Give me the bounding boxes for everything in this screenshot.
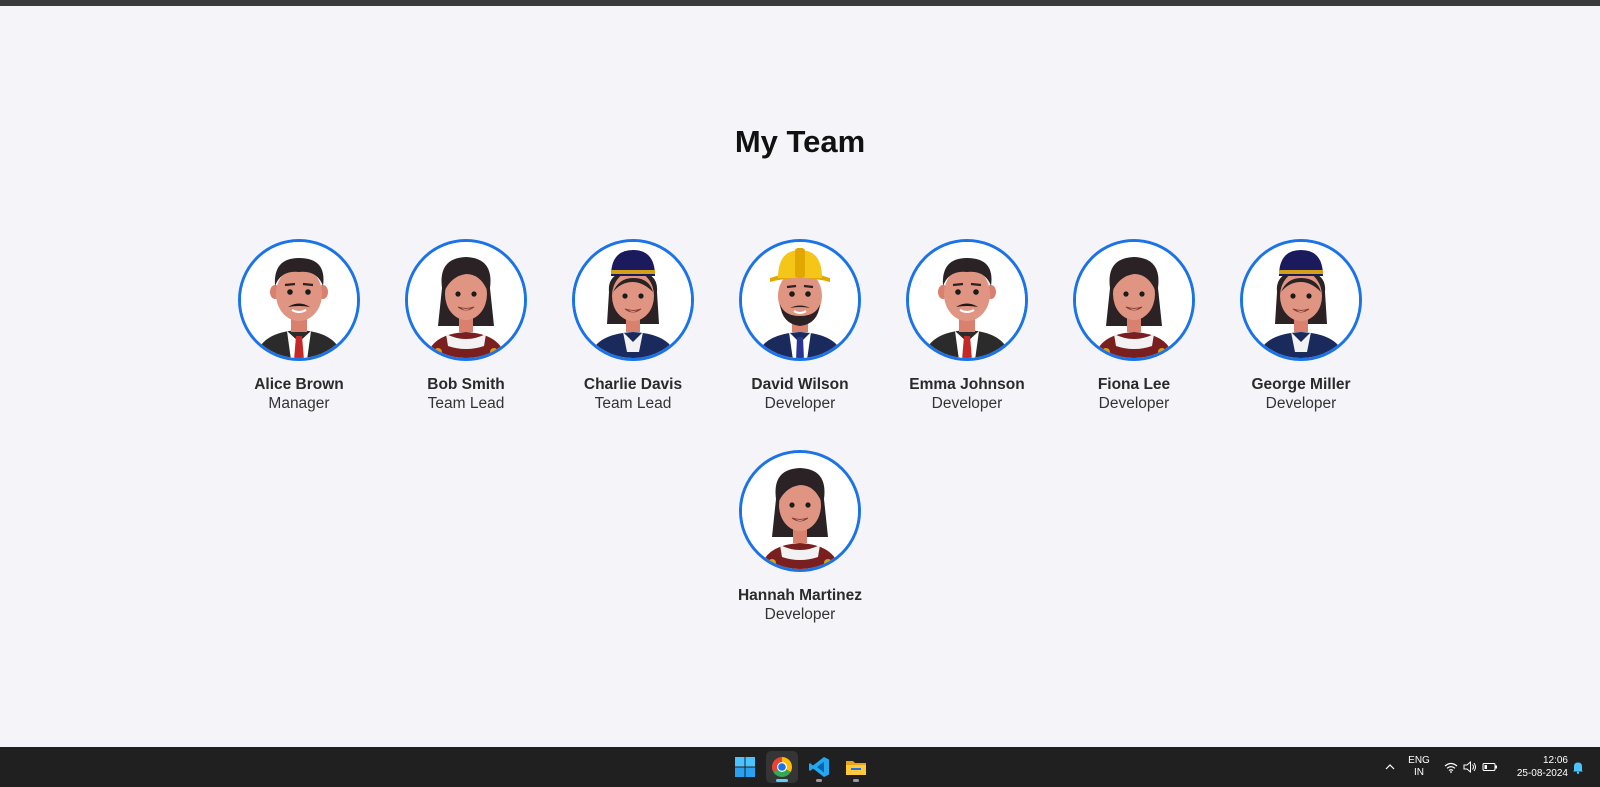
member-role: Developer — [1098, 395, 1170, 412]
clock-time: 12:06 — [1542, 755, 1568, 766]
vscode-icon[interactable] — [803, 751, 835, 783]
avatar — [1073, 239, 1195, 361]
team-member-card: George Miller Developer — [1216, 239, 1386, 413]
language-indicator[interactable]: ENG IN — [1404, 747, 1434, 787]
page-title: My Team — [734, 124, 866, 159]
avatar — [1240, 239, 1362, 361]
clock-date: 25-08-2024 — [1516, 768, 1568, 779]
running-indicator — [853, 779, 859, 782]
windows-start-icon[interactable] — [729, 751, 761, 783]
browser-top-strip — [0, 0, 1600, 6]
member-name: Charlie Davis — [583, 376, 683, 393]
bell-icon[interactable] — [1568, 747, 1588, 787]
member-role: Manager — [268, 395, 330, 412]
member-name: George Miller — [1251, 376, 1351, 393]
member-name: Fiona Lee — [1097, 376, 1171, 393]
chevron-up-icon[interactable] — [1380, 747, 1400, 787]
running-indicator — [816, 779, 822, 782]
member-role: Team Lead — [594, 395, 672, 412]
member-name: Bob Smith — [427, 376, 505, 393]
chrome-icon[interactable] — [766, 751, 798, 783]
avatar — [572, 239, 694, 361]
team-member-card: David Wilson Developer — [715, 239, 885, 413]
volume-icon[interactable] — [1461, 747, 1479, 787]
team-member-card: Alice Brown Manager — [214, 239, 384, 413]
member-name: Alice Brown — [254, 376, 344, 393]
battery-icon[interactable] — [1480, 747, 1500, 787]
language-code: ENG — [1408, 755, 1430, 766]
member-role: Developer — [1265, 395, 1337, 412]
member-role: Developer — [764, 395, 836, 412]
taskbar: ENG IN 12:06 25-08-2024 — [0, 747, 1600, 787]
member-name: Hannah Martinez — [737, 587, 862, 604]
file-explorer-icon[interactable] — [840, 751, 872, 783]
member-name: David Wilson — [751, 376, 849, 393]
avatar — [739, 239, 861, 361]
avatar — [906, 239, 1028, 361]
system-clock[interactable]: 12:06 25-08-2024 — [1517, 754, 1568, 780]
member-role: Developer — [764, 606, 836, 623]
member-role: Team Lead — [427, 395, 505, 412]
team-member-card: Hannah Martinez Developer — [715, 450, 885, 624]
avatar — [405, 239, 527, 361]
team-member-card: Bob Smith Team Lead — [381, 239, 551, 413]
team-member-card: Emma Johnson Developer — [882, 239, 1052, 413]
wifi-icon[interactable] — [1442, 747, 1460, 787]
member-role: Developer — [931, 395, 1003, 412]
avatar — [238, 239, 360, 361]
region-code: IN — [1413, 767, 1424, 778]
team-member-card: Charlie Davis Team Lead — [548, 239, 718, 413]
avatar — [739, 450, 861, 572]
team-member-card: Fiona Lee Developer — [1049, 239, 1219, 413]
active-indicator — [776, 779, 788, 782]
member-name: Emma Johnson — [909, 376, 1025, 393]
